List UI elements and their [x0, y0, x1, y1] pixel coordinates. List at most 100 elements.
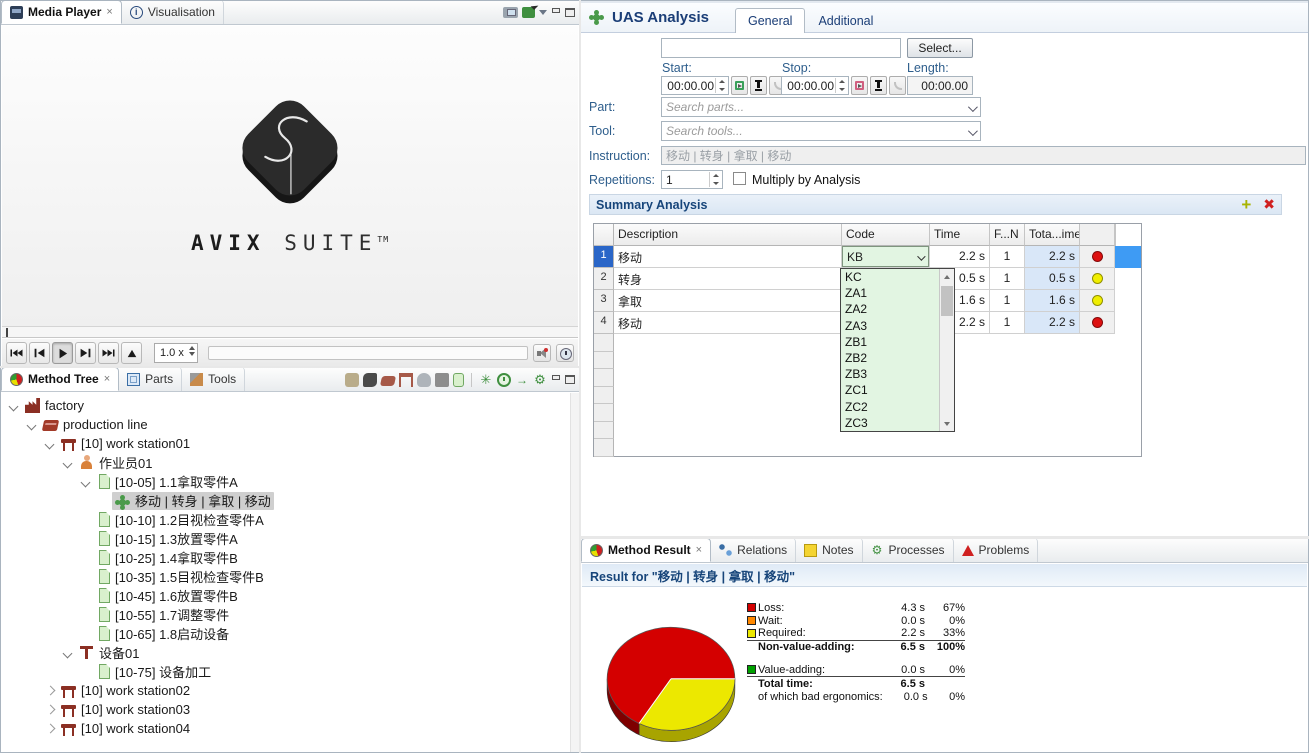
dropdown-scrollbar[interactable] — [939, 269, 954, 431]
tool-combo[interactable]: Search tools... — [661, 121, 981, 141]
progress-track[interactable] — [208, 346, 528, 360]
stop-time-field[interactable]: 00:00.00 — [781, 76, 849, 95]
play-button[interactable] — [52, 342, 73, 364]
tree-item[interactable]: production line — [2, 415, 578, 434]
row-number-cell[interactable]: 3 — [594, 290, 614, 312]
tree-item[interactable]: [10] work station01 — [2, 434, 578, 453]
code-dropdown-option[interactable]: ZA1 — [841, 285, 939, 301]
tab-parts[interactable]: Parts — [119, 367, 182, 391]
frequency-cell[interactable]: 1 — [990, 268, 1025, 290]
tab-visualisation[interactable]: i Visualisation — [122, 0, 224, 24]
speed-spin-buttons[interactable] — [189, 346, 195, 356]
playback-speed-spinner[interactable]: 1.0 x — [154, 343, 198, 363]
scroll-up-icon[interactable] — [940, 269, 954, 284]
close-icon[interactable]: × — [696, 544, 702, 556]
time-icon[interactable] — [497, 373, 511, 387]
tree-item[interactable]: [10-55] 1.7调整零件 — [2, 605, 578, 624]
start-marker-icon[interactable] — [750, 76, 767, 95]
row-number-cell[interactable] — [594, 369, 614, 387]
code-combo[interactable]: KB — [842, 246, 929, 267]
folder-icon[interactable] — [345, 373, 359, 387]
time-cell[interactable]: 2.2 s — [930, 246, 990, 268]
settings-icon[interactable]: ⚙ — [533, 373, 547, 387]
total-time-cell[interactable]: 2.2 s — [1025, 246, 1080, 268]
close-icon[interactable]: × — [104, 373, 110, 385]
frequency-cell[interactable]: 1 — [990, 312, 1025, 334]
row-selection-marker[interactable] — [1115, 246, 1141, 268]
code-cell[interactable]: KB — [842, 246, 930, 268]
set-start-from-playhead-icon[interactable] — [731, 76, 748, 95]
frequency-cell[interactable]: 1 — [990, 246, 1025, 268]
ergonomics-icon[interactable]: → — [515, 373, 529, 387]
column-header-status[interactable] — [1080, 224, 1115, 246]
tree-expander-icon[interactable] — [43, 684, 56, 697]
tree-item[interactable]: [10-45] 1.6放置零件B — [2, 586, 578, 605]
stop-time-spinner[interactable] — [835, 78, 847, 93]
row-selection-marker[interactable] — [1115, 290, 1141, 312]
process-icon[interactable] — [380, 376, 396, 386]
column-header-time[interactable]: Time — [930, 224, 990, 246]
tree-expander-icon[interactable] — [61, 456, 74, 469]
time-display-button[interactable] — [556, 344, 574, 362]
tab-problems[interactable]: Problems — [954, 538, 1039, 562]
tree-scrollbar[interactable] — [570, 393, 579, 752]
row-number-cell[interactable] — [594, 422, 614, 440]
playhead-cursor[interactable] — [6, 328, 8, 337]
tree-item[interactable]: [10-10] 1.2目视检查零件A — [2, 510, 578, 529]
scrollbar-thumb[interactable] — [941, 286, 953, 316]
description-cell[interactable]: 移动 — [614, 312, 842, 334]
scroll-down-icon[interactable] — [940, 416, 954, 431]
code-dropdown-option[interactable]: ZC3 — [841, 415, 939, 431]
code-dropdown-option[interactable]: ZC2 — [841, 399, 939, 415]
code-dropdown-option[interactable]: ZA3 — [841, 318, 939, 334]
set-stop-from-playhead-icon[interactable] — [851, 76, 868, 95]
tree-item[interactable]: [10-05] 1.1拿取零件A — [2, 472, 578, 491]
start-time-field[interactable]: 00:00.00 — [661, 76, 729, 95]
row-number-cell[interactable]: 4 — [594, 312, 614, 334]
code-dropdown-option[interactable]: ZB1 — [841, 334, 939, 350]
tree-expander-icon[interactable] — [61, 646, 74, 659]
total-time-cell[interactable]: 2.2 s — [1025, 312, 1080, 334]
skip-to-end-button[interactable] — [98, 342, 119, 364]
tab-notes[interactable]: Notes — [796, 538, 862, 562]
select-button[interactable]: Select... — [907, 38, 973, 58]
part-combo[interactable]: Search parts... — [661, 97, 981, 117]
column-header-description[interactable]: Description — [614, 224, 842, 246]
view-menu-icon[interactable] — [539, 10, 547, 15]
tree-item[interactable]: [10] work station04 — [2, 719, 578, 738]
tree-item[interactable]: [10-65] 1.8启动设备 — [2, 624, 578, 643]
description-cell[interactable]: 转身 — [614, 268, 842, 290]
tab-relations[interactable]: Relations — [711, 538, 796, 562]
export-video-icon[interactable] — [522, 7, 535, 18]
repetitions-spin-buttons[interactable] — [709, 172, 721, 187]
close-icon[interactable]: × — [106, 6, 112, 18]
row-number-cell[interactable] — [594, 334, 614, 352]
tree-expander-icon[interactable] — [25, 418, 38, 431]
total-time-cell[interactable]: 1.6 s — [1025, 290, 1080, 312]
row-number-cell[interactable] — [594, 404, 614, 422]
tree-expander-icon[interactable] — [43, 437, 56, 450]
camera-icon[interactable] — [503, 7, 518, 18]
description-cell[interactable]: 拿取 — [614, 290, 842, 312]
row-number-cell[interactable]: 1 — [594, 246, 614, 268]
row-number-cell[interactable] — [594, 439, 614, 457]
tab-method-result[interactable]: Method Result × — [581, 538, 711, 562]
start-time-spinner[interactable] — [715, 78, 727, 93]
column-header-code[interactable]: Code — [842, 224, 930, 246]
tree-expander-icon[interactable] — [43, 703, 56, 716]
delete-row-icon[interactable]: ✖ — [1263, 196, 1275, 213]
tab-tools[interactable]: Tools — [182, 367, 245, 391]
frequency-cell[interactable]: 1 — [990, 290, 1025, 312]
code-dropdown-option[interactable]: KC — [841, 269, 939, 285]
row-number-cell[interactable] — [594, 352, 614, 370]
previous-frame-button[interactable] — [29, 342, 50, 364]
production-line-dark-icon[interactable] — [363, 373, 377, 387]
row-number-cell[interactable] — [594, 387, 614, 405]
seek-bar[interactable] — [2, 326, 578, 338]
repetitions-spinner[interactable]: 1 — [661, 170, 723, 189]
tree-item[interactable]: [10-25] 1.4拿取零件B — [2, 548, 578, 567]
skip-to-start-button[interactable] — [6, 342, 27, 364]
row-number-cell[interactable]: 2 — [594, 268, 614, 290]
tab-processes[interactable]: ⚙ Processes — [863, 538, 954, 562]
code-dropdown-option[interactable]: ZB2 — [841, 350, 939, 366]
